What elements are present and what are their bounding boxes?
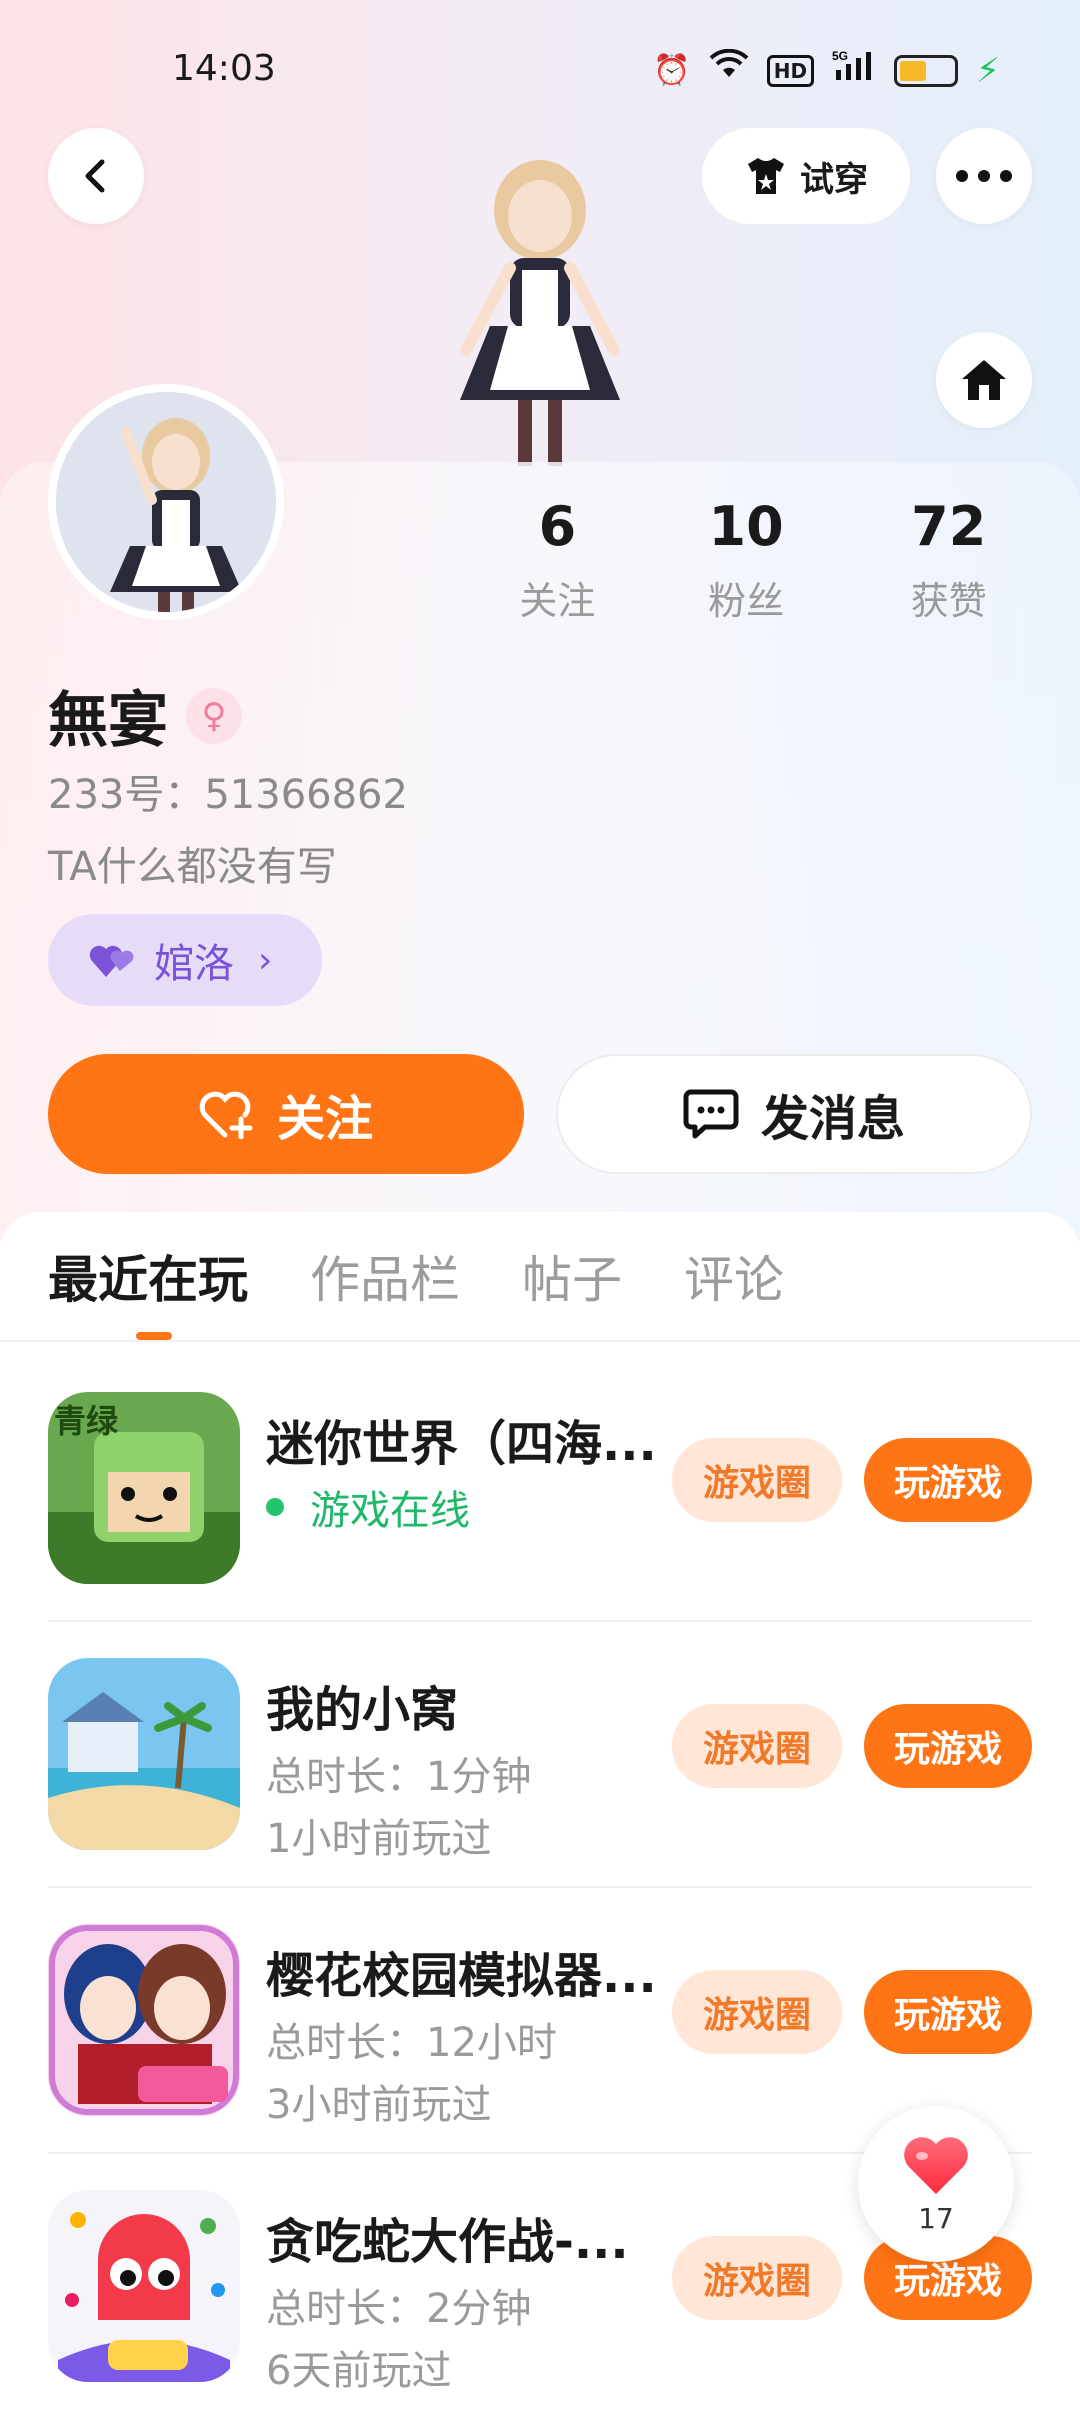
game-title: 樱花校园模拟器... bbox=[266, 1948, 657, 2004]
character-figure bbox=[430, 150, 650, 470]
follow-heart-icon bbox=[199, 1091, 253, 1139]
status-icons: ⏰ HD 5G ⚡ bbox=[653, 48, 1000, 93]
chat-icon bbox=[683, 1089, 739, 1139]
profile-stats: 6 关注 10 粉丝 72 获赞 bbox=[470, 492, 1050, 625]
avatar[interactable] bbox=[48, 384, 284, 620]
play-game-button[interactable]: 玩游戏 bbox=[864, 1438, 1032, 1522]
game-row[interactable]: 我的小窝 总时长：1分钟 1小时前玩过 游戏圈 玩游戏 bbox=[48, 1608, 1032, 1872]
stat-value: 6 bbox=[538, 495, 577, 558]
game-last-played: 6天前玩过 bbox=[266, 2348, 452, 2394]
play-game-button[interactable]: 玩游戏 bbox=[864, 1704, 1032, 1788]
status-bar: 14:03 ⏰ HD 5G ⚡ bbox=[0, 0, 1080, 140]
tab-works[interactable]: 作品栏 bbox=[310, 1240, 460, 1320]
game-circle-button[interactable]: 游戏圈 bbox=[672, 1704, 842, 1788]
stat-label: 粉丝 bbox=[708, 579, 785, 623]
home-button[interactable] bbox=[936, 332, 1032, 428]
bio: TA什么都没有写 bbox=[48, 844, 337, 890]
game-circle-button[interactable]: 游戏圈 bbox=[672, 1438, 842, 1522]
svg-text:5G: 5G bbox=[832, 49, 848, 63]
back-icon bbox=[85, 159, 105, 193]
back-button[interactable] bbox=[48, 128, 144, 224]
game-circle-button[interactable]: 游戏圈 bbox=[672, 2236, 842, 2320]
game-online-status: 游戏在线 bbox=[266, 1478, 470, 1536]
svg-text:青绿: 青绿 bbox=[54, 1402, 119, 1440]
tab-recent-play[interactable]: 最近在玩 bbox=[48, 1240, 248, 1320]
tab-indicator bbox=[136, 1332, 172, 1340]
game-icon-my-nest bbox=[48, 1658, 240, 1850]
tab-comments[interactable]: 评论 bbox=[684, 1240, 784, 1320]
stat-followers[interactable]: 10 粉丝 bbox=[645, 492, 848, 625]
stat-label: 获赞 bbox=[910, 579, 987, 623]
send-message-button[interactable]: 发消息 bbox=[556, 1054, 1032, 1174]
message-label: 发消息 bbox=[760, 1091, 905, 1147]
game-playtime: 总时长：2分钟 bbox=[266, 2286, 532, 2332]
chevron-right-icon: › bbox=[258, 939, 273, 981]
charging-icon: ⚡ bbox=[976, 50, 1000, 91]
game-last-played: 3小时前玩过 bbox=[266, 2082, 492, 2128]
profile-tabs: 最近在玩 作品栏 帖子 评论 bbox=[48, 1240, 784, 1320]
shirt-icon bbox=[748, 158, 784, 194]
game-title: 贪吃蛇大作战-... bbox=[266, 2214, 629, 2270]
play-game-button[interactable]: 玩游戏 bbox=[864, 1970, 1032, 2054]
user-id: 233号：51366862 bbox=[48, 772, 408, 818]
heart-pair-icon bbox=[89, 945, 134, 977]
try-on-label: 试穿 bbox=[800, 159, 868, 200]
more-icon bbox=[956, 170, 1012, 182]
online-label: 游戏在线 bbox=[310, 1488, 470, 1534]
stat-value: 72 bbox=[911, 495, 987, 558]
game-icon-sakura-school bbox=[48, 1924, 240, 2116]
game-playtime: 总时长：1分钟 bbox=[266, 1754, 532, 1800]
more-button[interactable] bbox=[936, 128, 1032, 224]
like-count: 17 bbox=[918, 2201, 954, 2235]
game-icon-mini-world: 青绿 bbox=[48, 1392, 240, 1584]
hd-icon: HD bbox=[766, 54, 815, 87]
status-time: 14:03 bbox=[172, 48, 276, 89]
relationship-tag[interactable]: 婠洛 › bbox=[48, 914, 322, 1006]
heart-icon bbox=[904, 2136, 968, 2194]
alarm-icon: ⏰ bbox=[653, 52, 691, 88]
tag-label: 婠洛 bbox=[154, 941, 234, 987]
game-last-played: 1小时前玩过 bbox=[266, 1816, 492, 1862]
follow-label: 关注 bbox=[276, 1091, 373, 1147]
username: 無宴 bbox=[48, 686, 168, 756]
female-icon: ♀ bbox=[186, 687, 242, 744]
game-title: 我的小窝 bbox=[266, 1682, 459, 1738]
game-row[interactable]: 青绿 迷你世界（四海... 游戏在线 游戏圈 玩游戏 bbox=[48, 1342, 1032, 1606]
name-row: 無宴 ♀ bbox=[48, 672, 242, 759]
try-on-button[interactable]: 试穿 bbox=[702, 128, 910, 224]
online-dot-icon bbox=[266, 1498, 284, 1516]
game-icon-snake bbox=[48, 2190, 240, 2382]
game-row[interactable]: 樱花校园模拟器... 总时长：12小时 3小时前玩过 游戏圈 玩游戏 bbox=[48, 1874, 1032, 2138]
signal-icon: 5G bbox=[832, 48, 876, 93]
home-icon bbox=[962, 360, 1006, 400]
wifi-icon bbox=[709, 48, 749, 92]
floating-like-button[interactable]: 17 bbox=[858, 2106, 1014, 2262]
game-circle-button[interactable]: 游戏圈 bbox=[672, 1970, 842, 2054]
battery-icon bbox=[894, 54, 959, 87]
game-title: 迷你世界（四海... bbox=[266, 1416, 657, 1472]
tab-posts[interactable]: 帖子 bbox=[522, 1240, 622, 1320]
stat-label: 关注 bbox=[519, 579, 596, 623]
stat-value: 10 bbox=[708, 495, 784, 558]
stat-likes[interactable]: 72 获赞 bbox=[847, 492, 1050, 625]
game-playtime: 总时长：12小时 bbox=[266, 2020, 557, 2066]
stat-following[interactable]: 6 关注 bbox=[470, 492, 645, 625]
follow-button[interactable]: 关注 bbox=[48, 1054, 524, 1174]
